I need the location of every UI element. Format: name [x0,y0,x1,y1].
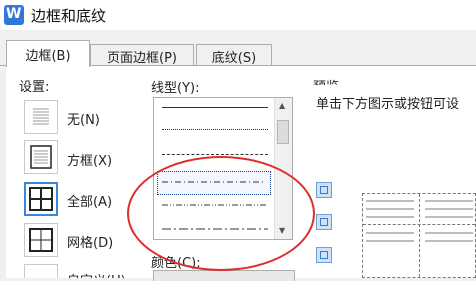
setting-none-label[interactable]: 无(N) [67,109,100,128]
none-border-icon[interactable] [24,100,58,134]
setting-custom-label[interactable]: 自定义(U) [67,270,126,278]
preview-text-line [425,216,473,218]
preview-hint: 单击下方图示或按钮可设 [316,97,460,112]
line-style-solid[interactable] [162,107,268,108]
box-border-icon[interactable] [24,140,58,174]
preview-text-line [366,216,414,218]
grid-border-icon[interactable] [24,223,58,257]
preview-heading: 预览 [313,76,339,85]
setting-all-label[interactable]: 全部(A) [67,191,112,210]
window-title: 边框和底纹 [31,7,107,25]
middle-border-button[interactable] [316,214,332,230]
preview-text-line [366,232,414,234]
preview-inner-vertical-border [419,194,420,277]
title-bar: W 边框和底纹 [0,0,476,30]
preview-text-line [425,208,473,210]
none-border-glyph [33,108,49,125]
preview-text-line [366,208,414,210]
custom-border-icon[interactable] [24,264,58,278]
tab-border[interactable]: 边框(B) [6,40,90,67]
preview-text-line [425,240,473,242]
preview-text-line [425,200,473,202]
preview-text-line [366,240,414,242]
preview-text-line [425,232,473,234]
preview-document[interactable] [362,193,476,278]
wps-writer-icon: W [4,5,24,25]
preview-text-line [366,200,414,202]
line-style-heading: 线型(Y): [151,81,200,96]
setting-box-label[interactable]: 方框(X) [67,150,112,169]
color-dropdown[interactable] [153,270,295,281]
settings-heading: 设置: [19,80,50,95]
annotation-ellipse [127,156,315,271]
all-border-icon[interactable] [24,182,58,216]
scroll-up-arrow-icon[interactable]: ▲ [279,101,285,110]
setting-grid-label[interactable]: 网格(D) [67,232,113,251]
line-style-dashed[interactable] [162,154,268,155]
grid-border-glyph [29,228,53,252]
box-border-glyph [30,145,52,169]
tab-shading[interactable]: 底纹(S) [196,44,272,66]
scroll-thumb[interactable] [277,120,289,144]
tab-bar: 边框(B) 页面边框(P) 底纹(S) [0,40,476,67]
tab-page-border[interactable]: 页面边框(P) [90,44,194,66]
bottom-border-button[interactable] [316,247,332,263]
line-style-dotted[interactable] [162,129,268,130]
all-border-glyph [29,187,53,211]
top-border-button[interactable] [316,182,332,198]
